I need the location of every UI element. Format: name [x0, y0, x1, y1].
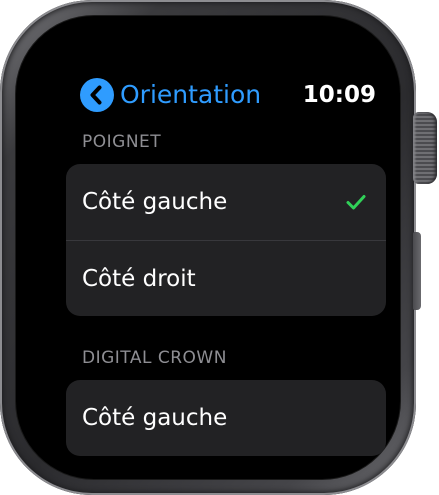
section-header-poignet: POIGNET: [82, 132, 162, 152]
watch-stage: Orientation 10:09 POIGNET Côté gauche Cô…: [0, 0, 439, 495]
watch-bezel: Orientation 10:09 POIGNET Côté gauche Cô…: [16, 16, 400, 479]
checkmark-icon: [344, 190, 368, 214]
option-label: Côté gauche: [82, 405, 228, 431]
option-crown-left[interactable]: Côté gauche: [66, 380, 386, 456]
watch-screen: Orientation 10:09 POIGNET Côté gauche Cô…: [60, 62, 388, 472]
side-button: [413, 232, 421, 310]
option-wrist-right[interactable]: Côté droit: [66, 240, 386, 316]
section-header-digital-crown: DIGITAL CROWN: [82, 348, 227, 368]
page-title: Orientation: [120, 80, 262, 109]
wrist-options-group: Côté gauche Côté droit: [66, 164, 386, 316]
crown-options-group: Côté gauche: [66, 380, 386, 456]
digital-crown: [413, 112, 437, 184]
nav-header: Orientation 10:09: [80, 78, 376, 112]
option-label: Côté gauche: [82, 189, 228, 215]
back-button[interactable]: Orientation: [80, 78, 261, 112]
option-label: Côté droit: [82, 265, 196, 292]
option-wrist-left[interactable]: Côté gauche: [66, 164, 386, 240]
chevron-left-icon: [80, 78, 114, 112]
clock-time: 10:09: [302, 82, 376, 108]
watch-case: Orientation 10:09 POIGNET Côté gauche Cô…: [0, 0, 416, 495]
